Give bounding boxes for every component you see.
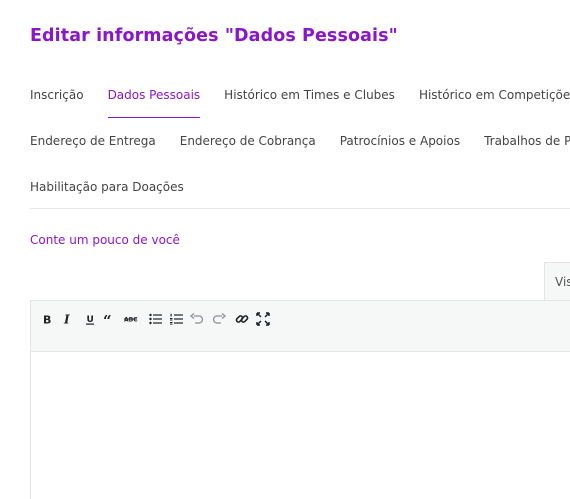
tabs-row-2: Endereço de Entrega Endereço de Cobrança… bbox=[30, 134, 570, 148]
redo-icon[interactable] bbox=[211, 309, 227, 329]
tab-historico-competicoes[interactable]: Histórico em Competições bbox=[419, 88, 570, 102]
tab-patrocinios-apoios[interactable]: Patrocínios e Apoios bbox=[340, 134, 460, 148]
tabs-row-1: Inscrição Dados Pessoais Histórico em Ti… bbox=[30, 88, 570, 118]
underline-icon[interactable]: U bbox=[82, 309, 98, 329]
divider bbox=[30, 208, 570, 209]
bullet-list-icon[interactable] bbox=[147, 309, 163, 329]
tab-endereco-cobranca[interactable]: Endereço de Cobrança bbox=[180, 134, 316, 148]
edit-profile-page: Editar informações "Dados Pessoais" Insc… bbox=[0, 0, 570, 499]
svg-text:I: I bbox=[63, 313, 70, 325]
tab-trabalhos-promocao[interactable]: Trabalhos de Promoção bbox=[484, 134, 570, 148]
editor-visual-tab-label: Visual bbox=[555, 275, 570, 289]
bold-icon[interactable]: B bbox=[39, 309, 55, 329]
blockquote-icon[interactable]: “ bbox=[102, 309, 118, 329]
field-label-about: Conte um pouco de você bbox=[30, 233, 180, 247]
rich-text-editor: B I U “ ABC bbox=[30, 300, 570, 499]
undo-icon[interactable] bbox=[189, 309, 205, 329]
svg-text:B: B bbox=[43, 314, 51, 326]
fullscreen-icon[interactable] bbox=[255, 309, 271, 329]
tab-endereco-entrega[interactable]: Endereço de Entrega bbox=[30, 134, 156, 148]
tab-dados-pessoais[interactable]: Dados Pessoais bbox=[107, 88, 200, 118]
tab-inscricao[interactable]: Inscrição bbox=[30, 88, 84, 102]
strikethrough-icon[interactable]: ABC bbox=[123, 309, 139, 329]
editor-toolbar: B I U “ ABC bbox=[31, 301, 570, 352]
svg-text:ABC: ABC bbox=[124, 317, 138, 324]
svg-text:“: “ bbox=[103, 313, 112, 325]
editor-visual-tab[interactable]: Visual bbox=[544, 262, 570, 300]
link-icon[interactable] bbox=[234, 309, 250, 329]
tabs-row-3: Habilitação para Doações bbox=[30, 180, 208, 194]
italic-icon[interactable]: I bbox=[60, 309, 76, 329]
numbered-list-icon[interactable] bbox=[168, 309, 184, 329]
tab-historico-times-clubes[interactable]: Histórico em Times e Clubes bbox=[224, 88, 395, 102]
page-title: Editar informações "Dados Pessoais" bbox=[30, 26, 398, 46]
tab-habilitacao-doacoes[interactable]: Habilitação para Doações bbox=[30, 180, 184, 194]
editor-content-area[interactable] bbox=[31, 352, 570, 499]
